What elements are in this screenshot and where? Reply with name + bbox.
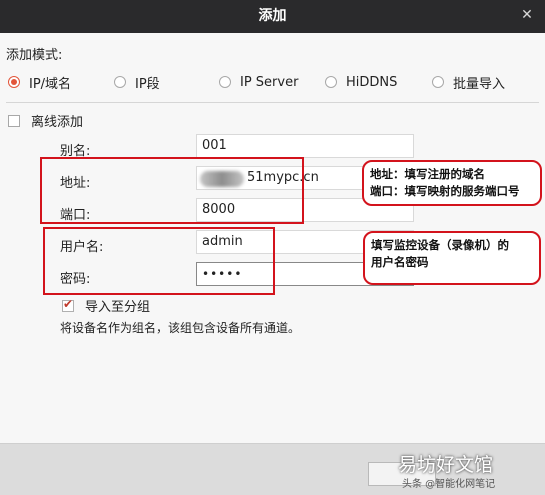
address-port-callout: 地址：填写注册的域名 端口：填写映射的服务端口号 <box>362 160 542 206</box>
offline-add-label: 离线添加 <box>31 115 84 130</box>
credentials-highlight-box <box>43 227 275 295</box>
radio-ip-server-label: IP Server <box>240 74 299 90</box>
watermark-subtext: 头条 @智能化网笔记 <box>402 479 496 490</box>
callout-credentials-line2: 用户名密码 <box>371 255 429 269</box>
radio-unchecked-icon <box>432 76 444 88</box>
radio-unchecked-icon <box>325 76 337 88</box>
radio-hiddns-label: HiDDNS <box>346 74 398 90</box>
address-port-highlight-box <box>40 157 304 224</box>
add-mode-label: 添加模式: <box>6 48 63 63</box>
add-mode-radio-group: IP/域名 IP段 IP Server HiDDNS 批量导入 <box>0 72 545 92</box>
radio-ip-server[interactable]: IP Server <box>219 72 298 92</box>
title-bar: 添加 ✕ <box>0 0 545 33</box>
credentials-callout: 填写监控设备（录像机）的 用户名密码 <box>363 231 541 285</box>
offline-add-checkbox[interactable]: 离线添加 <box>8 111 83 130</box>
checkbox-checked-icon <box>62 297 74 312</box>
radio-unchecked-icon <box>114 76 126 88</box>
section-divider <box>6 102 539 103</box>
import-to-group-checkbox[interactable]: 导入至分组 <box>62 296 150 315</box>
window-title: 添加 <box>258 8 287 24</box>
callout-address-text: 地址：填写注册的域名 <box>370 167 485 181</box>
radio-ip-range-label: IP段 <box>135 76 160 92</box>
radio-checked-icon <box>8 76 20 88</box>
radio-ip-range[interactable]: IP段 <box>114 72 160 92</box>
group-hint-text: 将设备名作为组名，该组包含设备所有通道。 <box>60 321 301 335</box>
callout-port-text: 端口：填写映射的服务端口号 <box>370 184 520 198</box>
checkbox-unchecked-icon <box>8 114 20 127</box>
close-icon[interactable]: ✕ <box>518 6 536 24</box>
radio-ip-domain-label: IP/域名 <box>29 76 72 92</box>
radio-batch-import[interactable]: 批量导入 <box>432 72 505 92</box>
callout-credentials-line1: 填写监控设备（录像机）的 <box>371 238 509 252</box>
radio-ip-domain[interactable]: IP/域名 <box>8 72 71 92</box>
radio-batch-import-label: 批量导入 <box>453 76 506 92</box>
alias-input[interactable]: 001 <box>196 134 414 158</box>
radio-unchecked-icon <box>219 76 231 88</box>
import-to-group-label: 导入至分组 <box>85 300 151 315</box>
radio-hiddns[interactable]: HiDDNS <box>325 72 397 92</box>
watermark-text: 易坊好文馆 <box>398 454 494 476</box>
